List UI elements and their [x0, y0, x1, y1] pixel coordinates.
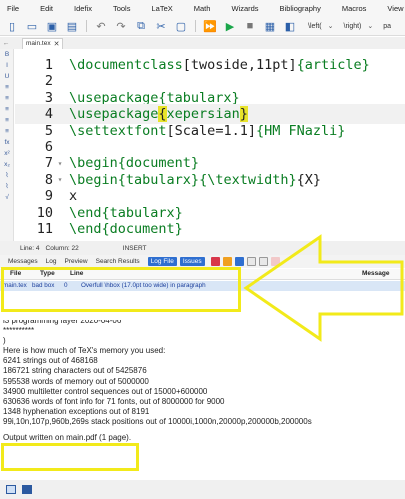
- texstudio-window: File Edit Idefix Tools LaTeX Math Wizards Bibli…: [0, 0, 405, 499]
- annotation-arrow: [243, 234, 404, 342]
